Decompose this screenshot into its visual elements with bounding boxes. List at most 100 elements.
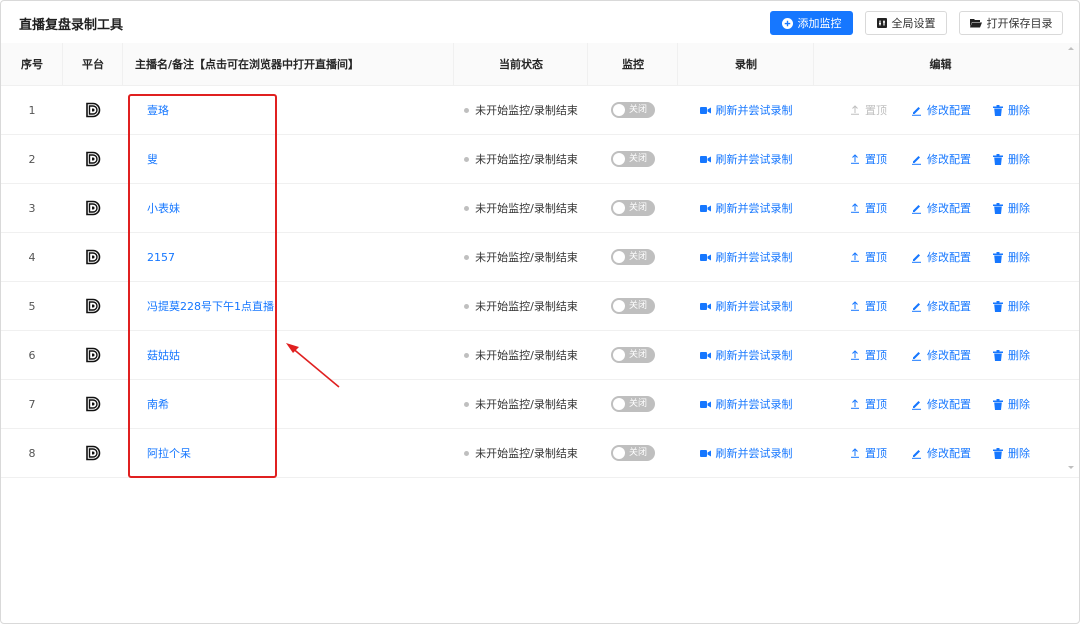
refresh-record-button[interactable]: 刷新并尝试录制 — [699, 249, 793, 265]
refresh-record-button[interactable]: 刷新并尝试录制 — [699, 298, 793, 314]
modify-config-button[interactable]: 修改配置 — [911, 184, 971, 232]
monitor-toggle[interactable]: 关闭 — [611, 396, 655, 412]
record-cell: 刷新并尝试录制 — [678, 86, 814, 134]
refresh-record-button[interactable]: 刷新并尝试录制 — [699, 396, 793, 412]
refresh-record-label: 刷新并尝试录制 — [715, 398, 793, 411]
delete-button[interactable]: 删除 — [993, 233, 1030, 281]
pin-top-button[interactable]: 置顶 — [850, 282, 887, 330]
pin-top-icon — [850, 448, 860, 458]
monitor-toggle[interactable]: 关闭 — [611, 445, 655, 461]
column-header-monitor: 监控 — [588, 43, 678, 86]
edit-icon — [911, 301, 922, 312]
pin-top-button[interactable]: 置顶 — [850, 233, 887, 281]
monitor-toggle[interactable]: 关闭 — [611, 200, 655, 216]
status-text: 未开始监控/录制结束 — [475, 300, 578, 313]
modify-config-label: 修改配置 — [927, 349, 971, 362]
refresh-record-label: 刷新并尝试录制 — [715, 153, 793, 166]
video-camera-icon — [699, 400, 711, 409]
delete-button[interactable]: 删除 — [993, 429, 1030, 477]
scroll-down-icon[interactable] — [1067, 465, 1075, 471]
streamer-name-link[interactable]: 叟 — [147, 151, 158, 167]
refresh-record-button[interactable]: 刷新并尝试录制 — [699, 347, 793, 363]
refresh-record-button[interactable]: 刷新并尝试录制 — [699, 445, 793, 461]
pin-top-label: 置顶 — [865, 447, 887, 460]
toggle-label: 关闭 — [629, 399, 648, 409]
trash-icon — [993, 202, 1003, 214]
app-title: 直播复盘录制工具 — [19, 18, 124, 33]
pin-top-icon — [850, 399, 860, 409]
column-header-record: 录制 — [678, 43, 814, 86]
modify-config-button[interactable]: 修改配置 — [911, 429, 971, 477]
delete-label: 删除 — [1008, 300, 1030, 313]
pin-top-button[interactable]: 置顶 — [850, 380, 887, 428]
monitor-toggle[interactable]: 关闭 — [611, 347, 655, 363]
toggle-knob — [613, 398, 625, 410]
modify-config-button[interactable]: 修改配置 — [911, 380, 971, 428]
open-folder-label: 打开保存目录 — [986, 17, 1053, 30]
trash-icon — [993, 398, 1003, 410]
refresh-record-button[interactable]: 刷新并尝试录制 — [699, 200, 793, 216]
app-header: 直播复盘录制工具 添加监控 全局设置 打开保存目录 — [1, 1, 1079, 43]
delete-label: 删除 — [1008, 349, 1030, 362]
pin-top-button[interactable]: 置顶 — [850, 135, 887, 183]
pin-top-button[interactable]: 置顶 — [850, 86, 887, 134]
refresh-record-label: 刷新并尝试录制 — [715, 202, 793, 215]
monitor-toggle[interactable]: 关闭 — [611, 298, 655, 314]
delete-button[interactable]: 删除 — [993, 86, 1030, 134]
monitor-table: 序号 平台 主播名/备注【点击可在浏览器中打开直播间】 当前状态 监控 录制 编… — [1, 43, 1079, 478]
pin-top-label: 置顶 — [865, 153, 887, 166]
delete-button[interactable]: 删除 — [993, 380, 1030, 428]
toggle-knob — [613, 251, 625, 263]
delete-button[interactable]: 删除 — [993, 135, 1030, 183]
app-window: 直播复盘录制工具 添加监控 全局设置 打开保存目录 序号 平台 主播名/备注【点… — [0, 0, 1080, 624]
modify-config-button[interactable]: 修改配置 — [911, 282, 971, 330]
streamer-name-link[interactable]: 冯提莫228号下午1点直播 — [147, 298, 274, 314]
record-cell: 刷新并尝试录制 — [678, 380, 814, 428]
streamer-name-link[interactable]: 壹珞 — [147, 102, 169, 118]
status-text: 未开始监控/录制结束 — [475, 251, 578, 264]
streamer-name-link[interactable]: 2157 — [147, 251, 175, 264]
pin-top-label: 置顶 — [865, 398, 887, 411]
streamer-name-link[interactable]: 菇姑姑 — [147, 347, 180, 363]
modify-config-button[interactable]: 修改配置 — [911, 331, 971, 379]
row-index: 8 — [1, 429, 63, 477]
scroll-up-icon[interactable] — [1067, 45, 1075, 51]
monitor-toggle[interactable]: 关闭 — [611, 102, 655, 118]
modify-config-label: 修改配置 — [927, 153, 971, 166]
delete-label: 删除 — [1008, 398, 1030, 411]
refresh-record-label: 刷新并尝试录制 — [715, 300, 793, 313]
monitor-toggle[interactable]: 关闭 — [611, 151, 655, 167]
table-row: 5 冯提莫228号下午1点直播 未开始监控/录制结束 关闭 刷新并尝试录制 置顶… — [1, 282, 1079, 331]
table-row: 2 叟 未开始监控/录制结束 关闭 刷新并尝试录制 置顶 修改配置 删除 — [1, 135, 1079, 184]
pin-top-label: 置顶 — [865, 349, 887, 362]
refresh-record-button[interactable]: 刷新并尝试录制 — [699, 151, 793, 167]
monitor-toggle[interactable]: 关闭 — [611, 249, 655, 265]
pin-top-button[interactable]: 置顶 — [850, 429, 887, 477]
douyu-logo-icon — [85, 102, 101, 118]
pin-top-icon — [850, 203, 860, 213]
douyu-logo-icon — [85, 298, 101, 314]
refresh-record-label: 刷新并尝试录制 — [715, 251, 793, 264]
global-settings-button[interactable]: 全局设置 — [865, 11, 947, 35]
modify-config-button[interactable]: 修改配置 — [911, 233, 971, 281]
streamer-name-cell: 冯提莫228号下午1点直播 — [123, 282, 454, 330]
streamer-name-link[interactable]: 南希 — [147, 396, 169, 412]
row-index-text: 4 — [28, 250, 36, 264]
modify-config-button[interactable]: 修改配置 — [911, 86, 971, 134]
open-folder-button[interactable]: 打开保存目录 — [959, 11, 1063, 35]
modify-config-label: 修改配置 — [927, 202, 971, 215]
modify-config-button[interactable]: 修改配置 — [911, 135, 971, 183]
plus-circle-icon — [781, 17, 793, 29]
streamer-name-link[interactable]: 小表妹 — [147, 200, 180, 216]
delete-button[interactable]: 删除 — [993, 331, 1030, 379]
refresh-record-button[interactable]: 刷新并尝试录制 — [699, 102, 793, 118]
pin-top-label: 置顶 — [865, 202, 887, 215]
streamer-name-cell: 小表妹 — [123, 184, 454, 232]
pin-top-button[interactable]: 置顶 — [850, 331, 887, 379]
edit-icon — [911, 252, 922, 263]
delete-button[interactable]: 删除 — [993, 282, 1030, 330]
streamer-name-link[interactable]: 阿拉个呆 — [147, 445, 191, 461]
add-monitor-button[interactable]: 添加监控 — [770, 11, 853, 35]
delete-button[interactable]: 删除 — [993, 184, 1030, 232]
pin-top-button[interactable]: 置顶 — [850, 184, 887, 232]
